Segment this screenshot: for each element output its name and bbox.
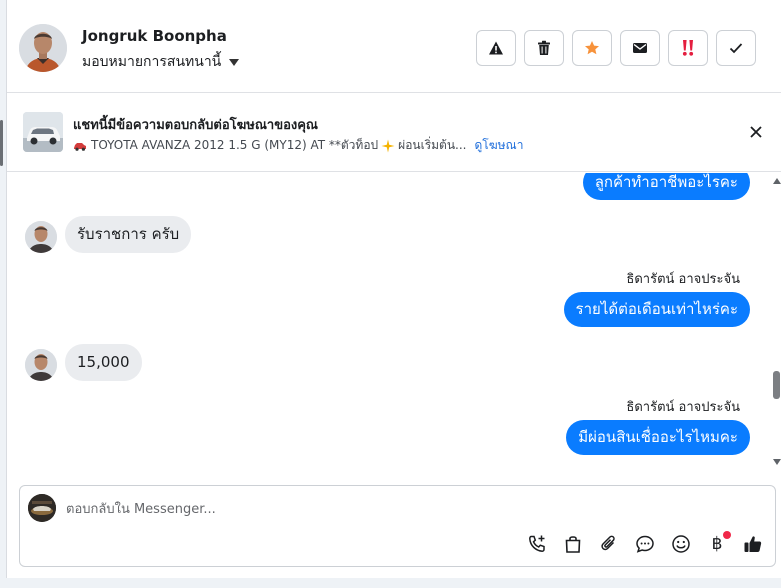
sender-name: ธิดารัตน์ อาจประจัน <box>626 272 740 287</box>
saved-replies-button[interactable] <box>633 532 657 556</box>
scroll-up-arrow-icon[interactable] <box>773 178 781 184</box>
envelope-icon <box>633 43 647 53</box>
message-composer: ฿ <box>19 485 776 567</box>
ad-banner-title: แชทนี้มีข้อความตอบกลับต่อโฆษณาของคุณ <box>73 118 318 133</box>
scroll-down-arrow-icon[interactable] <box>773 459 781 465</box>
call-button[interactable] <box>525 532 549 556</box>
caret-down-icon <box>229 58 240 66</box>
ad-car-title: TOYOTA AVANZA 2012 1.5 G (MY12) AT **ตัว… <box>91 138 379 152</box>
attach-button[interactable] <box>597 532 621 556</box>
like-button[interactable] <box>741 532 765 556</box>
mark-done-button[interactable] <box>716 30 756 66</box>
mark-unread-button[interactable] <box>620 30 660 66</box>
outgoing-message[interactable]: ลูกค้าทำอาชีพอะไรคะ <box>582 173 750 200</box>
outgoing-message[interactable]: มีผ่อนสินเชื่ออะไรไหมคะ <box>566 420 750 455</box>
shop-button[interactable] <box>561 532 585 556</box>
paperclip-icon <box>601 535 615 551</box>
ad-car-tail: ผ่อนเริ่มต้น... <box>398 138 467 152</box>
incoming-message[interactable]: รับราชการ ครับ <box>65 216 192 253</box>
ad-banner-subtitle: TOYOTA AVANZA 2012 1.5 G (MY12) AT **ตัว… <box>73 136 523 155</box>
notification-dot <box>723 531 731 539</box>
double-exclamation-icon <box>682 40 694 56</box>
chat-scrollbar[interactable] <box>772 173 781 471</box>
contact-avatar-small[interactable] <box>25 221 57 253</box>
message-thread[interactable]: ลูกค้าทำอาชีพอะไรคะ รับราชการ ครับ ธิดาร… <box>7 173 781 471</box>
trash-icon <box>538 40 550 55</box>
page-avatar <box>28 494 56 522</box>
contact-name: Jongruk Boonpha <box>82 27 227 45</box>
composer-toolbar: ฿ <box>525 531 765 556</box>
sparkle-icon <box>381 139 395 152</box>
ad-thumbnail[interactable] <box>23 112 63 152</box>
close-banner-button[interactable] <box>746 122 766 142</box>
incoming-message[interactable]: 15,000 <box>65 344 142 381</box>
outgoing-message[interactable]: รายได้ต่อเดือนเท่าไหร่คะ <box>563 292 750 327</box>
baht-icon: ฿ <box>711 534 723 554</box>
emoji-button[interactable] <box>669 532 693 556</box>
close-icon <box>750 126 762 138</box>
payment-button[interactable]: ฿ <box>705 531 731 556</box>
phone-plus-icon <box>529 535 545 552</box>
warning-icon <box>489 41 503 55</box>
contact-avatar-small[interactable] <box>25 349 57 381</box>
star-icon <box>585 41 599 55</box>
report-spam-button[interactable] <box>476 30 516 66</box>
star-button[interactable] <box>572 30 612 66</box>
reply-input[interactable] <box>66 498 666 520</box>
contact-avatar[interactable] <box>19 24 67 72</box>
conversation-header: Jongruk Boonpha มอบหมายการสนทนานี้ <box>7 0 781 93</box>
conversation-panel: Jongruk Boonpha มอบหมายการสนทนานี้ แชทนี… <box>6 0 781 578</box>
assign-label: มอบหมายการสนทนานี้ <box>82 54 222 70</box>
saved-reply-icon <box>636 535 654 553</box>
header-actions <box>476 30 756 66</box>
left-panel-edge <box>0 120 3 166</box>
delete-button[interactable] <box>524 30 564 66</box>
emoji-icon <box>672 535 690 553</box>
thumbs-up-icon <box>744 536 762 552</box>
sender-name: ธิดารัตน์ อาจประจัน <box>626 400 740 415</box>
scrollbar-thumb[interactable] <box>773 371 780 399</box>
assign-conversation-dropdown[interactable]: มอบหมายการสนทนานี้ <box>82 51 240 73</box>
check-icon <box>729 43 743 54</box>
shopping-bag-icon <box>565 536 581 553</box>
car-icon <box>74 142 86 151</box>
view-ad-link[interactable]: ดูโฆษณา <box>475 136 524 155</box>
ad-reply-banner: แชทนี้มีข้อความตอบกลับต่อโฆษณาของคุณ TOY… <box>7 94 781 172</box>
follow-up-button[interactable] <box>668 30 708 66</box>
